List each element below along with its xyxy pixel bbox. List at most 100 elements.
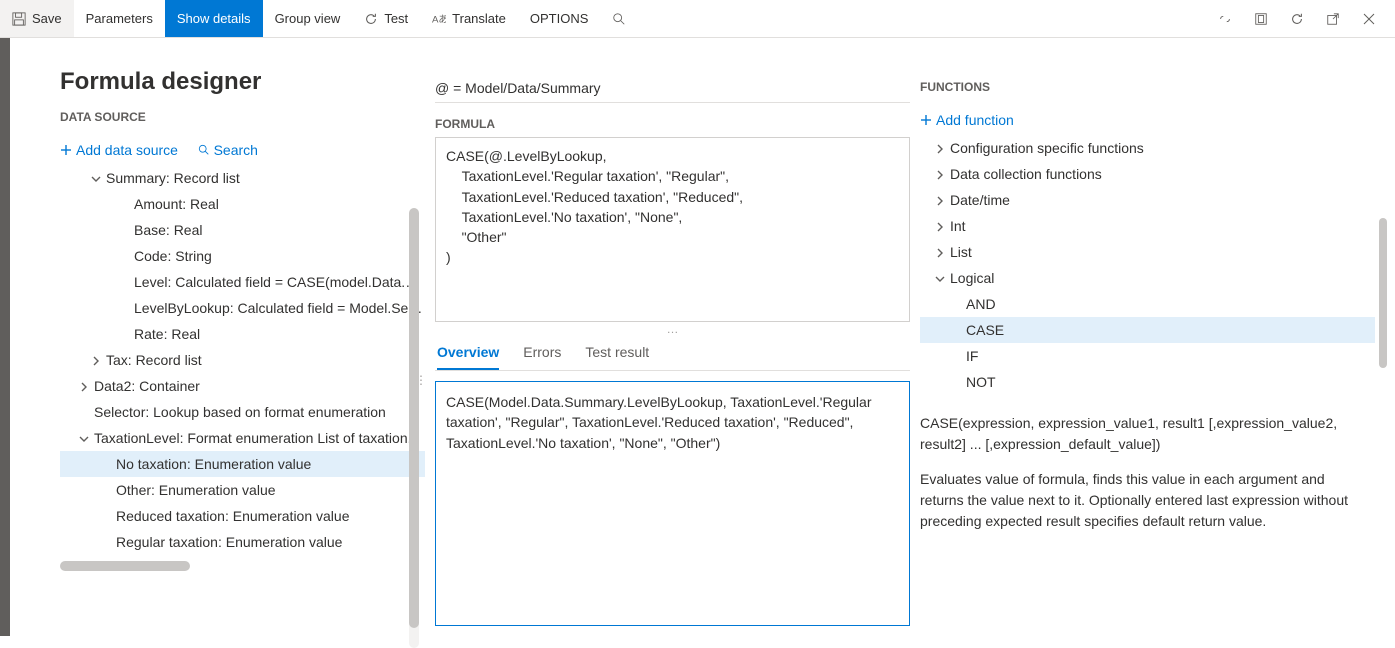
save-icon bbox=[12, 12, 26, 26]
formula-editor[interactable]: CASE(@.LevelByLookup, TaxationLevel.'Reg… bbox=[435, 137, 910, 322]
tree-item-label: Other: Enumeration value bbox=[116, 482, 276, 498]
tree-item-label: Data2: Container bbox=[94, 378, 200, 394]
parameters-label: Parameters bbox=[86, 11, 153, 26]
add-function-button[interactable]: Add function bbox=[920, 112, 1014, 128]
tab-test-result[interactable]: Test result bbox=[585, 336, 649, 370]
options-button[interactable]: OPTIONS bbox=[518, 0, 601, 37]
refresh-button[interactable] bbox=[1281, 0, 1313, 37]
tree-item[interactable]: Code: String bbox=[60, 243, 425, 269]
function-group-label: Logical bbox=[950, 270, 994, 286]
caret-icon bbox=[934, 244, 946, 260]
functions-label: FUNCTIONS bbox=[920, 80, 1375, 94]
tree-item-label: Selector: Lookup based on format enumera… bbox=[94, 404, 386, 420]
caret-icon bbox=[934, 140, 946, 156]
data-source-actions: Add data source Search bbox=[60, 142, 425, 159]
svg-text:Aあ: Aあ bbox=[432, 14, 446, 25]
tree-item[interactable]: Amount: Real bbox=[60, 191, 425, 217]
tree-item[interactable]: Other: Enumeration value bbox=[60, 477, 425, 503]
link-icon[interactable] bbox=[1209, 0, 1241, 37]
function-group[interactable]: Int bbox=[920, 213, 1375, 239]
overview-box: CASE(Model.Data.Summary.LevelByLookup, T… bbox=[435, 381, 910, 626]
formula-context: @ = Model/Data/Summary bbox=[435, 80, 910, 103]
tab-overview[interactable]: Overview bbox=[437, 336, 499, 370]
office-icon[interactable] bbox=[1245, 0, 1277, 37]
tree-item[interactable]: Rate: Real bbox=[60, 321, 425, 347]
tree-item[interactable]: Base: Real bbox=[60, 217, 425, 243]
tree-item[interactable]: Selector: Lookup based on format enumera… bbox=[60, 399, 425, 425]
function-item-label: NOT bbox=[966, 374, 996, 390]
refresh-icon bbox=[364, 12, 378, 26]
tree-item[interactable]: Data2: Container bbox=[60, 373, 425, 399]
caret-icon bbox=[90, 170, 102, 186]
function-item[interactable]: AND bbox=[920, 291, 1375, 317]
formula-text: CASE(@.LevelByLookup, TaxationLevel.'Reg… bbox=[446, 148, 743, 265]
result-tabs: Overview Errors Test result bbox=[435, 336, 910, 371]
translate-button[interactable]: Aあ Translate bbox=[420, 0, 518, 37]
function-group[interactable]: Date/time bbox=[920, 187, 1375, 213]
caret-icon bbox=[934, 218, 946, 234]
tab-errors[interactable]: Errors bbox=[523, 336, 561, 370]
tree-item-label: Rate: Real bbox=[134, 326, 200, 342]
test-button[interactable]: Test bbox=[352, 0, 420, 37]
functions-panel: FUNCTIONS Add function Configuration spe… bbox=[920, 38, 1395, 636]
caret-icon bbox=[90, 352, 102, 368]
tree-item[interactable]: Summary: Record list bbox=[60, 165, 425, 191]
caret-icon bbox=[934, 192, 946, 208]
tree-item[interactable]: Level: Calculated field = CASE(model.Dat… bbox=[60, 269, 425, 295]
vertical-scrollbar[interactable] bbox=[409, 208, 419, 648]
tree-item[interactable]: No taxation: Enumeration value bbox=[60, 451, 425, 477]
resize-grip[interactable]: … bbox=[435, 322, 910, 336]
tree-item[interactable]: Tax: Record list bbox=[60, 347, 425, 373]
functions-scrollbar[interactable] bbox=[1379, 218, 1389, 518]
page-title: Formula designer bbox=[60, 68, 425, 96]
tree-item-label: Level: Calculated field = CASE(model.Dat… bbox=[134, 274, 425, 290]
search-ds-label: Search bbox=[214, 142, 258, 158]
function-item[interactable]: NOT bbox=[920, 369, 1375, 395]
function-group[interactable]: Logical bbox=[920, 265, 1375, 291]
tree-item-label: No taxation: Enumeration value bbox=[116, 456, 311, 472]
group-view-label: Group view bbox=[275, 11, 341, 26]
function-item[interactable]: CASE bbox=[920, 317, 1375, 343]
group-view-button[interactable]: Group view bbox=[263, 0, 353, 37]
function-description: CASE(expression, expression_value1, resu… bbox=[920, 413, 1375, 546]
data-source-label: DATA SOURCE bbox=[60, 110, 425, 124]
add-func-label: Add function bbox=[936, 112, 1014, 128]
data-source-panel: Formula designer DATA SOURCE Add data so… bbox=[10, 38, 425, 636]
tree-item-label: Base: Real bbox=[134, 222, 202, 238]
tree-item-label: Amount: Real bbox=[134, 196, 219, 212]
tree-item[interactable]: Reduced taxation: Enumeration value bbox=[60, 503, 425, 529]
close-button[interactable] bbox=[1353, 0, 1385, 37]
formula-panel: @ = Model/Data/Summary FORMULA CASE(@.Le… bbox=[425, 38, 920, 636]
side-strip bbox=[0, 38, 10, 636]
function-group[interactable]: List bbox=[920, 239, 1375, 265]
parameters-button[interactable]: Parameters bbox=[74, 0, 165, 37]
test-label: Test bbox=[384, 11, 408, 26]
translate-icon: Aあ bbox=[432, 12, 446, 26]
overview-text: CASE(Model.Data.Summary.LevelByLookup, T… bbox=[446, 394, 871, 451]
popout-icon[interactable] bbox=[1317, 0, 1349, 37]
function-text: Evaluates value of formula, finds this v… bbox=[920, 469, 1365, 532]
save-button[interactable]: Save bbox=[0, 0, 74, 37]
search-data-source-button[interactable]: Search bbox=[198, 142, 258, 158]
add-data-source-button[interactable]: Add data source bbox=[60, 142, 178, 158]
tree-item[interactable]: TaxationLevel: Format enumeration List o… bbox=[60, 425, 425, 451]
caret-icon bbox=[934, 166, 946, 182]
function-item-label: IF bbox=[966, 348, 978, 364]
show-details-button[interactable]: Show details bbox=[165, 0, 263, 37]
horizontal-scrollbar[interactable] bbox=[60, 561, 425, 571]
function-group-label: Int bbox=[950, 218, 966, 234]
function-group-label: Data collection functions bbox=[950, 166, 1102, 182]
tree-item-label: TaxationLevel: Format enumeration List o… bbox=[94, 430, 419, 446]
caret-icon bbox=[78, 378, 90, 394]
tree-item-label: Summary: Record list bbox=[106, 170, 240, 186]
content: Formula designer DATA SOURCE Add data so… bbox=[10, 38, 1395, 636]
tree-item[interactable]: Regular taxation: Enumeration value bbox=[60, 529, 425, 555]
function-group[interactable]: Data collection functions bbox=[920, 161, 1375, 187]
tree-item[interactable]: LevelByLookup: Calculated field = Model.… bbox=[60, 295, 425, 321]
search-button[interactable] bbox=[600, 0, 638, 37]
function-group[interactable]: Configuration specific functions bbox=[920, 135, 1375, 161]
plus-icon bbox=[920, 114, 932, 126]
function-item[interactable]: IF bbox=[920, 343, 1375, 369]
function-group-label: Date/time bbox=[950, 192, 1010, 208]
toolbar: Save Parameters Show details Group view … bbox=[0, 0, 1395, 38]
